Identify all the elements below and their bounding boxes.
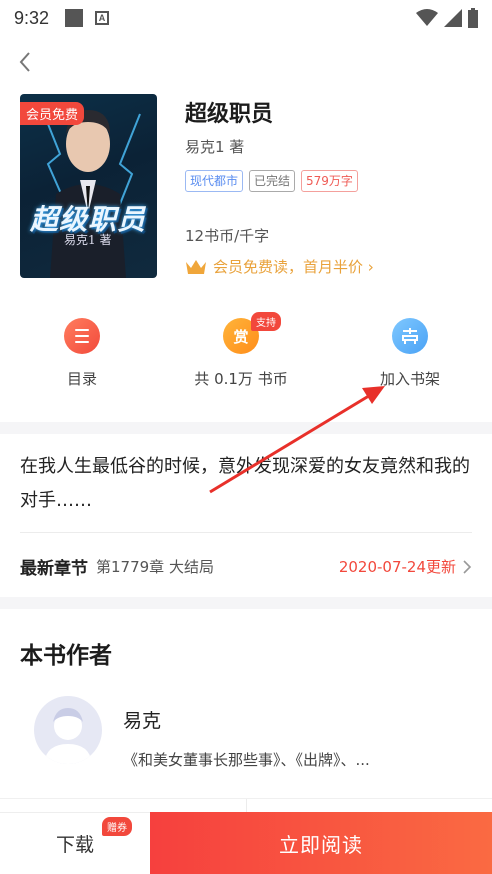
catalog-label: 目录 xyxy=(66,370,97,388)
vip-promo-link[interactable]: 会员免费读，首月半价 › xyxy=(185,256,374,277)
notification-a-icon: A xyxy=(95,11,110,25)
latest-chapter-row[interactable]: 最新章节 第1779章 大结局 2020-07-24更新 xyxy=(20,554,472,579)
latest-chapter-label: 最新章节 xyxy=(20,559,88,579)
book-title: 超级职员 xyxy=(185,102,274,127)
tag-word-count: 579万字 xyxy=(301,170,358,192)
status-time: 9:32 xyxy=(14,7,50,28)
back-button[interactable] xyxy=(14,50,38,74)
book-author[interactable]: 易克1 著 xyxy=(185,136,244,157)
latest-chapter-date: 2020-07-24更新 xyxy=(339,556,472,577)
author-avatar[interactable] xyxy=(34,696,102,764)
battery-icon xyxy=(468,8,478,28)
catalog-icon xyxy=(64,318,100,354)
vip-promo-text: 会员免费读，首月半价 › xyxy=(213,258,374,276)
avatar-placeholder-icon xyxy=(44,708,92,764)
book-description[interactable]: 在我人生最低谷的时候，意外发现深爱的女友竟然和我的对手…… xyxy=(20,450,472,518)
read-now-label: 立即阅读 xyxy=(279,832,363,857)
reward-button[interactable]: 赏 支持 共 0.1万 书币 xyxy=(171,312,311,389)
tag-genre[interactable]: 现代都市 xyxy=(185,170,244,192)
author-name[interactable]: 易克 xyxy=(123,706,161,733)
crown-icon xyxy=(186,259,206,274)
cover-member-free-badge: 会员免费 xyxy=(20,102,85,125)
book-cover[interactable]: 会员免费 超级职员 易克1 著 xyxy=(20,94,157,278)
book-price: 12书币/千字 xyxy=(185,227,270,245)
bottom-action-bar: 下载 赠券 立即阅读 xyxy=(0,812,492,874)
catalog-button[interactable]: 目录 xyxy=(12,318,152,389)
support-badge: 支持 xyxy=(251,312,281,331)
add-to-shelf-label: 加入书架 xyxy=(379,370,440,388)
wifi-icon xyxy=(416,9,438,26)
cover-subtitle: 易克1 著 xyxy=(64,233,112,247)
book-tags: 现代都市 已完结 579万字 xyxy=(185,170,358,192)
reward-label: 共 0.1万 书币 xyxy=(194,370,288,388)
divider xyxy=(20,532,472,533)
section-divider xyxy=(0,597,492,609)
read-now-button[interactable]: 立即阅读 xyxy=(150,812,492,874)
bookshelf-icon xyxy=(392,318,428,354)
author-section-heading: 本书作者 xyxy=(20,643,112,669)
chevron-left-icon xyxy=(19,52,30,72)
chevron-right-icon xyxy=(463,559,472,574)
section-divider xyxy=(0,422,492,434)
signal-icon xyxy=(444,9,462,27)
notification-square-icon xyxy=(65,9,84,27)
tag-status: 已完结 xyxy=(249,170,296,192)
gift-coupon-badge: 赠券 xyxy=(102,817,132,836)
status-bar: 9:32 A xyxy=(0,0,492,36)
author-works: 《和美女董事长那些事》、《出牌》、... xyxy=(123,751,370,769)
update-date-text: 2020-07-24更新 xyxy=(338,558,456,576)
add-to-shelf-button[interactable]: 加入书架 xyxy=(340,318,480,389)
latest-chapter-title: 第1779章 大结局 xyxy=(96,558,214,576)
download-label: 下载 xyxy=(55,834,94,856)
download-button[interactable]: 下载 赠券 xyxy=(0,812,150,874)
